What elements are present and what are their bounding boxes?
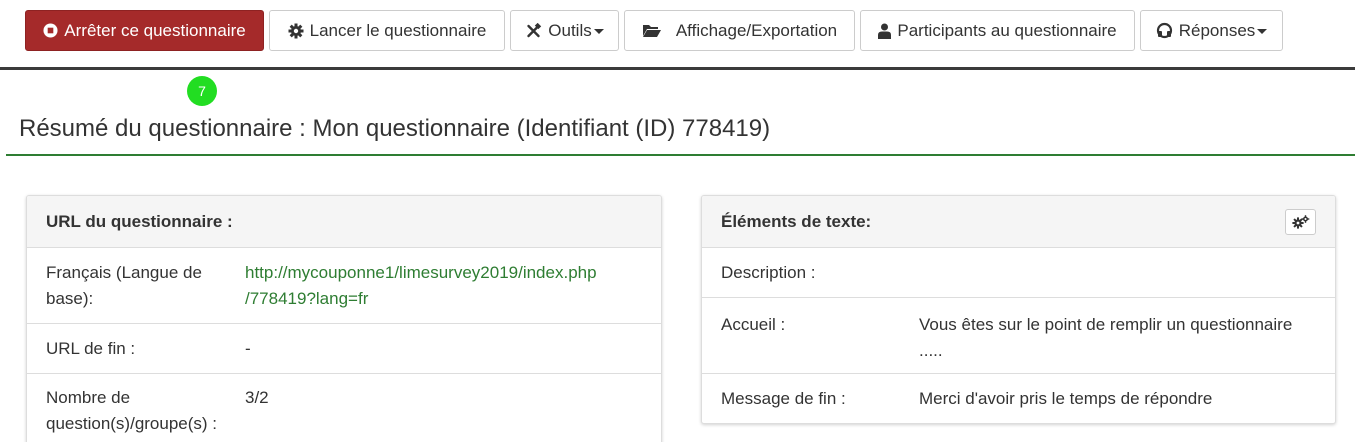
- tools-dropdown-button[interactable]: Outils: [510, 10, 619, 51]
- table-row: URL de fin : -: [27, 324, 661, 374]
- annotation-marker-7: 7: [187, 76, 217, 106]
- table-row: Message de fin : Merci d'avoir pris le t…: [702, 374, 1335, 423]
- survey-url-panel-header: URL du questionnaire :: [27, 196, 661, 248]
- text-elements-settings-button[interactable]: [1285, 209, 1316, 235]
- end-url-label: URL de fin :: [46, 339, 136, 358]
- text-elements-heading: Éléments de texte:: [721, 211, 872, 231]
- text-elements-panel: Éléments de texte: Description : Accueil…: [701, 195, 1336, 424]
- table-row: Français (Langue de base): http://mycoup…: [27, 248, 661, 324]
- survey-participants-button[interactable]: Participants au questionnaire: [860, 10, 1135, 51]
- display-export-button[interactable]: Affichage/Exportation: [624, 10, 855, 51]
- end-message-label: Message de fin :: [721, 389, 846, 408]
- folder-open-icon: [642, 25, 661, 37]
- user-icon: [878, 23, 892, 39]
- top-toolbar: Arrêter ce questionnaire Lancer le quest…: [0, 0, 1355, 70]
- chevron-down-icon: [1257, 29, 1268, 34]
- end-url-value: -: [245, 339, 251, 358]
- responses-dropdown-button[interactable]: Réponses: [1140, 10, 1283, 51]
- display-export-label: Affichage/Exportation: [675, 20, 838, 40]
- gear-icon: [288, 23, 304, 38]
- tools-label: Outils: [548, 20, 592, 40]
- responses-icon: [1156, 22, 1172, 39]
- survey-url-panel: URL du questionnaire : Français (Langue …: [26, 195, 662, 442]
- table-row: Nombre de question(s)/groupe(s) : 3/2: [27, 374, 661, 442]
- question-group-count-value: 3/2: [245, 388, 269, 407]
- survey-url-heading: URL du questionnaire :: [46, 211, 233, 231]
- description-label: Description :: [721, 263, 816, 282]
- stop-survey-label: Arrêter ce questionnaire: [64, 20, 246, 40]
- survey-url-link[interactable]: http://mycouponne1/limesurvey2019/index.…: [245, 260, 597, 312]
- gears-icon: [1291, 215, 1309, 229]
- welcome-label: Accueil :: [721, 315, 786, 334]
- tools-icon: [527, 22, 542, 37]
- responses-label: Réponses: [1178, 20, 1256, 40]
- page-title: Résumé du questionnaire : Mon questionna…: [19, 115, 771, 142]
- title-divider: [6, 154, 1355, 156]
- text-elements-panel-header: Éléments de texte:: [702, 196, 1335, 248]
- table-row: Description :: [702, 248, 1335, 298]
- base-language-label: Français (Langue de base):: [46, 263, 202, 308]
- launch-survey-label: Lancer le questionnaire: [309, 20, 487, 40]
- stop-circle-icon: [43, 23, 58, 38]
- end-message-value: Merci d'avoir pris le temps de répondre: [919, 389, 1213, 408]
- survey-participants-label: Participants au questionnaire: [897, 20, 1117, 40]
- question-group-count-label: Nombre de question(s)/groupe(s) :: [46, 388, 218, 433]
- chevron-down-icon: [593, 29, 604, 34]
- stop-survey-button[interactable]: Arrêter ce questionnaire: [25, 10, 264, 51]
- table-row: Accueil : Vous êtes sur le point de remp…: [702, 298, 1335, 374]
- launch-survey-button[interactable]: Lancer le questionnaire: [269, 10, 505, 51]
- welcome-value: Vous êtes sur le point de remplir un que…: [919, 315, 1293, 360]
